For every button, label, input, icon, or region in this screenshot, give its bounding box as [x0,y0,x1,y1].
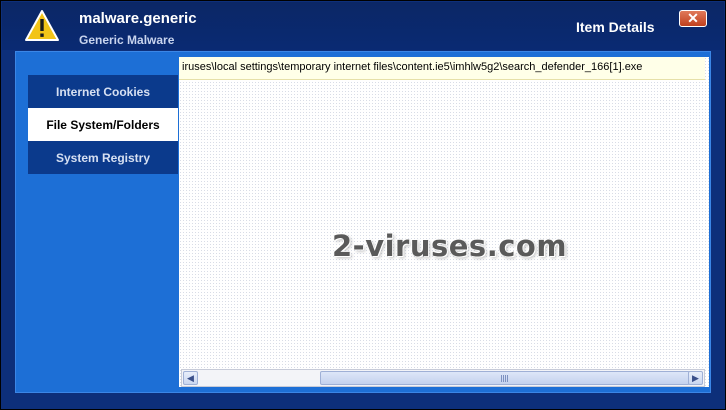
title-bar: malware.generic Generic Malware Item Det… [2,2,724,50]
horizontal-scrollbar[interactable]: ◀ ▶ [181,369,705,387]
sidebar-item-file-system-folders[interactable]: File System/Folders [28,108,178,141]
threat-type: Generic Malware [79,33,175,47]
list-item[interactable]: iruses\local settings\temporary internet… [179,57,705,80]
sidebar-item-label: Internet Cookies [55,84,151,99]
threat-name: malware.generic [79,10,197,27]
scroll-left-button[interactable]: ◀ [183,371,198,385]
sidebar-item-system-registry[interactable]: System Registry [28,141,178,174]
item-details-window: malware.generic Generic Malware Item Det… [0,0,726,410]
sidebar-item-label: File System/Folders [46,117,160,132]
scroll-right-button[interactable]: ▶ [688,371,703,385]
category-sidebar: Internet Cookies File System/Folders Sys… [28,75,178,174]
scrollbar-thumb[interactable] [320,371,690,385]
sidebar-item-label: System Registry [55,150,151,165]
watermark: 2-viruses.com [332,229,568,263]
file-path: iruses\local settings\temporary internet… [182,61,643,73]
sidebar-item-internet-cookies[interactable]: Internet Cookies [28,75,178,108]
file-list-pane: iruses\local settings\temporary internet… [179,57,709,387]
panel-title: Item Details [576,19,655,35]
close-button[interactable]: ✕ [679,10,707,27]
warning-icon [25,10,59,41]
grip-icon [501,375,509,382]
details-panel: Internet Cookies File System/Folders Sys… [15,51,711,393]
